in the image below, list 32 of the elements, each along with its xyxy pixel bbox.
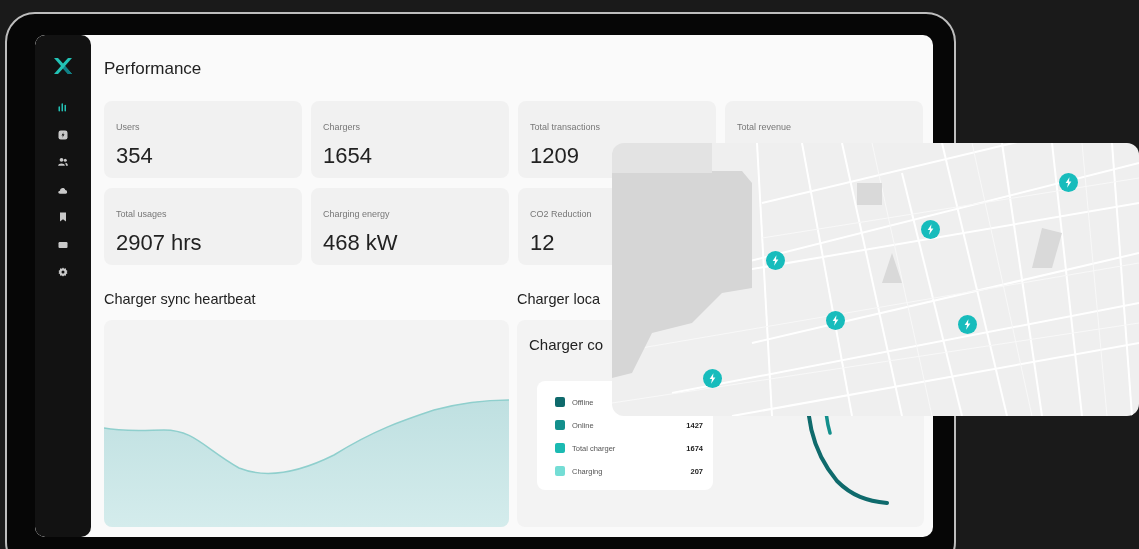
stat-label: Charging energy bbox=[323, 209, 390, 219]
stat-label: Total transactions bbox=[530, 122, 601, 132]
charger-icon[interactable] bbox=[57, 128, 69, 141]
stat-value: 1654 bbox=[323, 143, 372, 169]
charger-marker-icon[interactable] bbox=[1059, 173, 1078, 192]
settings-icon[interactable] bbox=[57, 266, 69, 278]
stat-value: 1209 bbox=[530, 143, 579, 169]
page-title: Performance bbox=[104, 59, 202, 79]
stat-label: CO2 Reduction bbox=[530, 209, 592, 219]
stat-value: 468 kW bbox=[323, 230, 398, 256]
logo-icon bbox=[52, 55, 74, 77]
stat-value: 354 bbox=[116, 143, 153, 169]
stat-label: Total usages bbox=[116, 209, 167, 219]
chart-icon[interactable] bbox=[57, 101, 69, 113]
users-icon[interactable] bbox=[57, 156, 69, 168]
section-title: Charger sync heartbeat bbox=[104, 291, 256, 307]
bookmark-icon[interactable] bbox=[57, 211, 69, 223]
stat-label: Chargers bbox=[323, 122, 360, 132]
card-title: Charger co bbox=[529, 336, 604, 353]
charger-marker-icon[interactable] bbox=[766, 251, 785, 270]
stat-value: 12 bbox=[530, 230, 555, 256]
stat-label: Users bbox=[116, 122, 140, 132]
park-area bbox=[882, 253, 902, 283]
charger-marker-icon[interactable] bbox=[826, 311, 845, 330]
stat-value: 2907 hrs bbox=[116, 230, 202, 256]
park-area bbox=[857, 183, 882, 205]
section-title: Charger loca bbox=[517, 291, 600, 307]
charger-marker-icon[interactable] bbox=[921, 220, 940, 239]
park-area bbox=[1032, 228, 1062, 268]
charger-marker-icon[interactable] bbox=[703, 369, 722, 388]
charger-marker-icon[interactable] bbox=[958, 315, 977, 334]
stat-label: Total revenue bbox=[737, 122, 792, 132]
